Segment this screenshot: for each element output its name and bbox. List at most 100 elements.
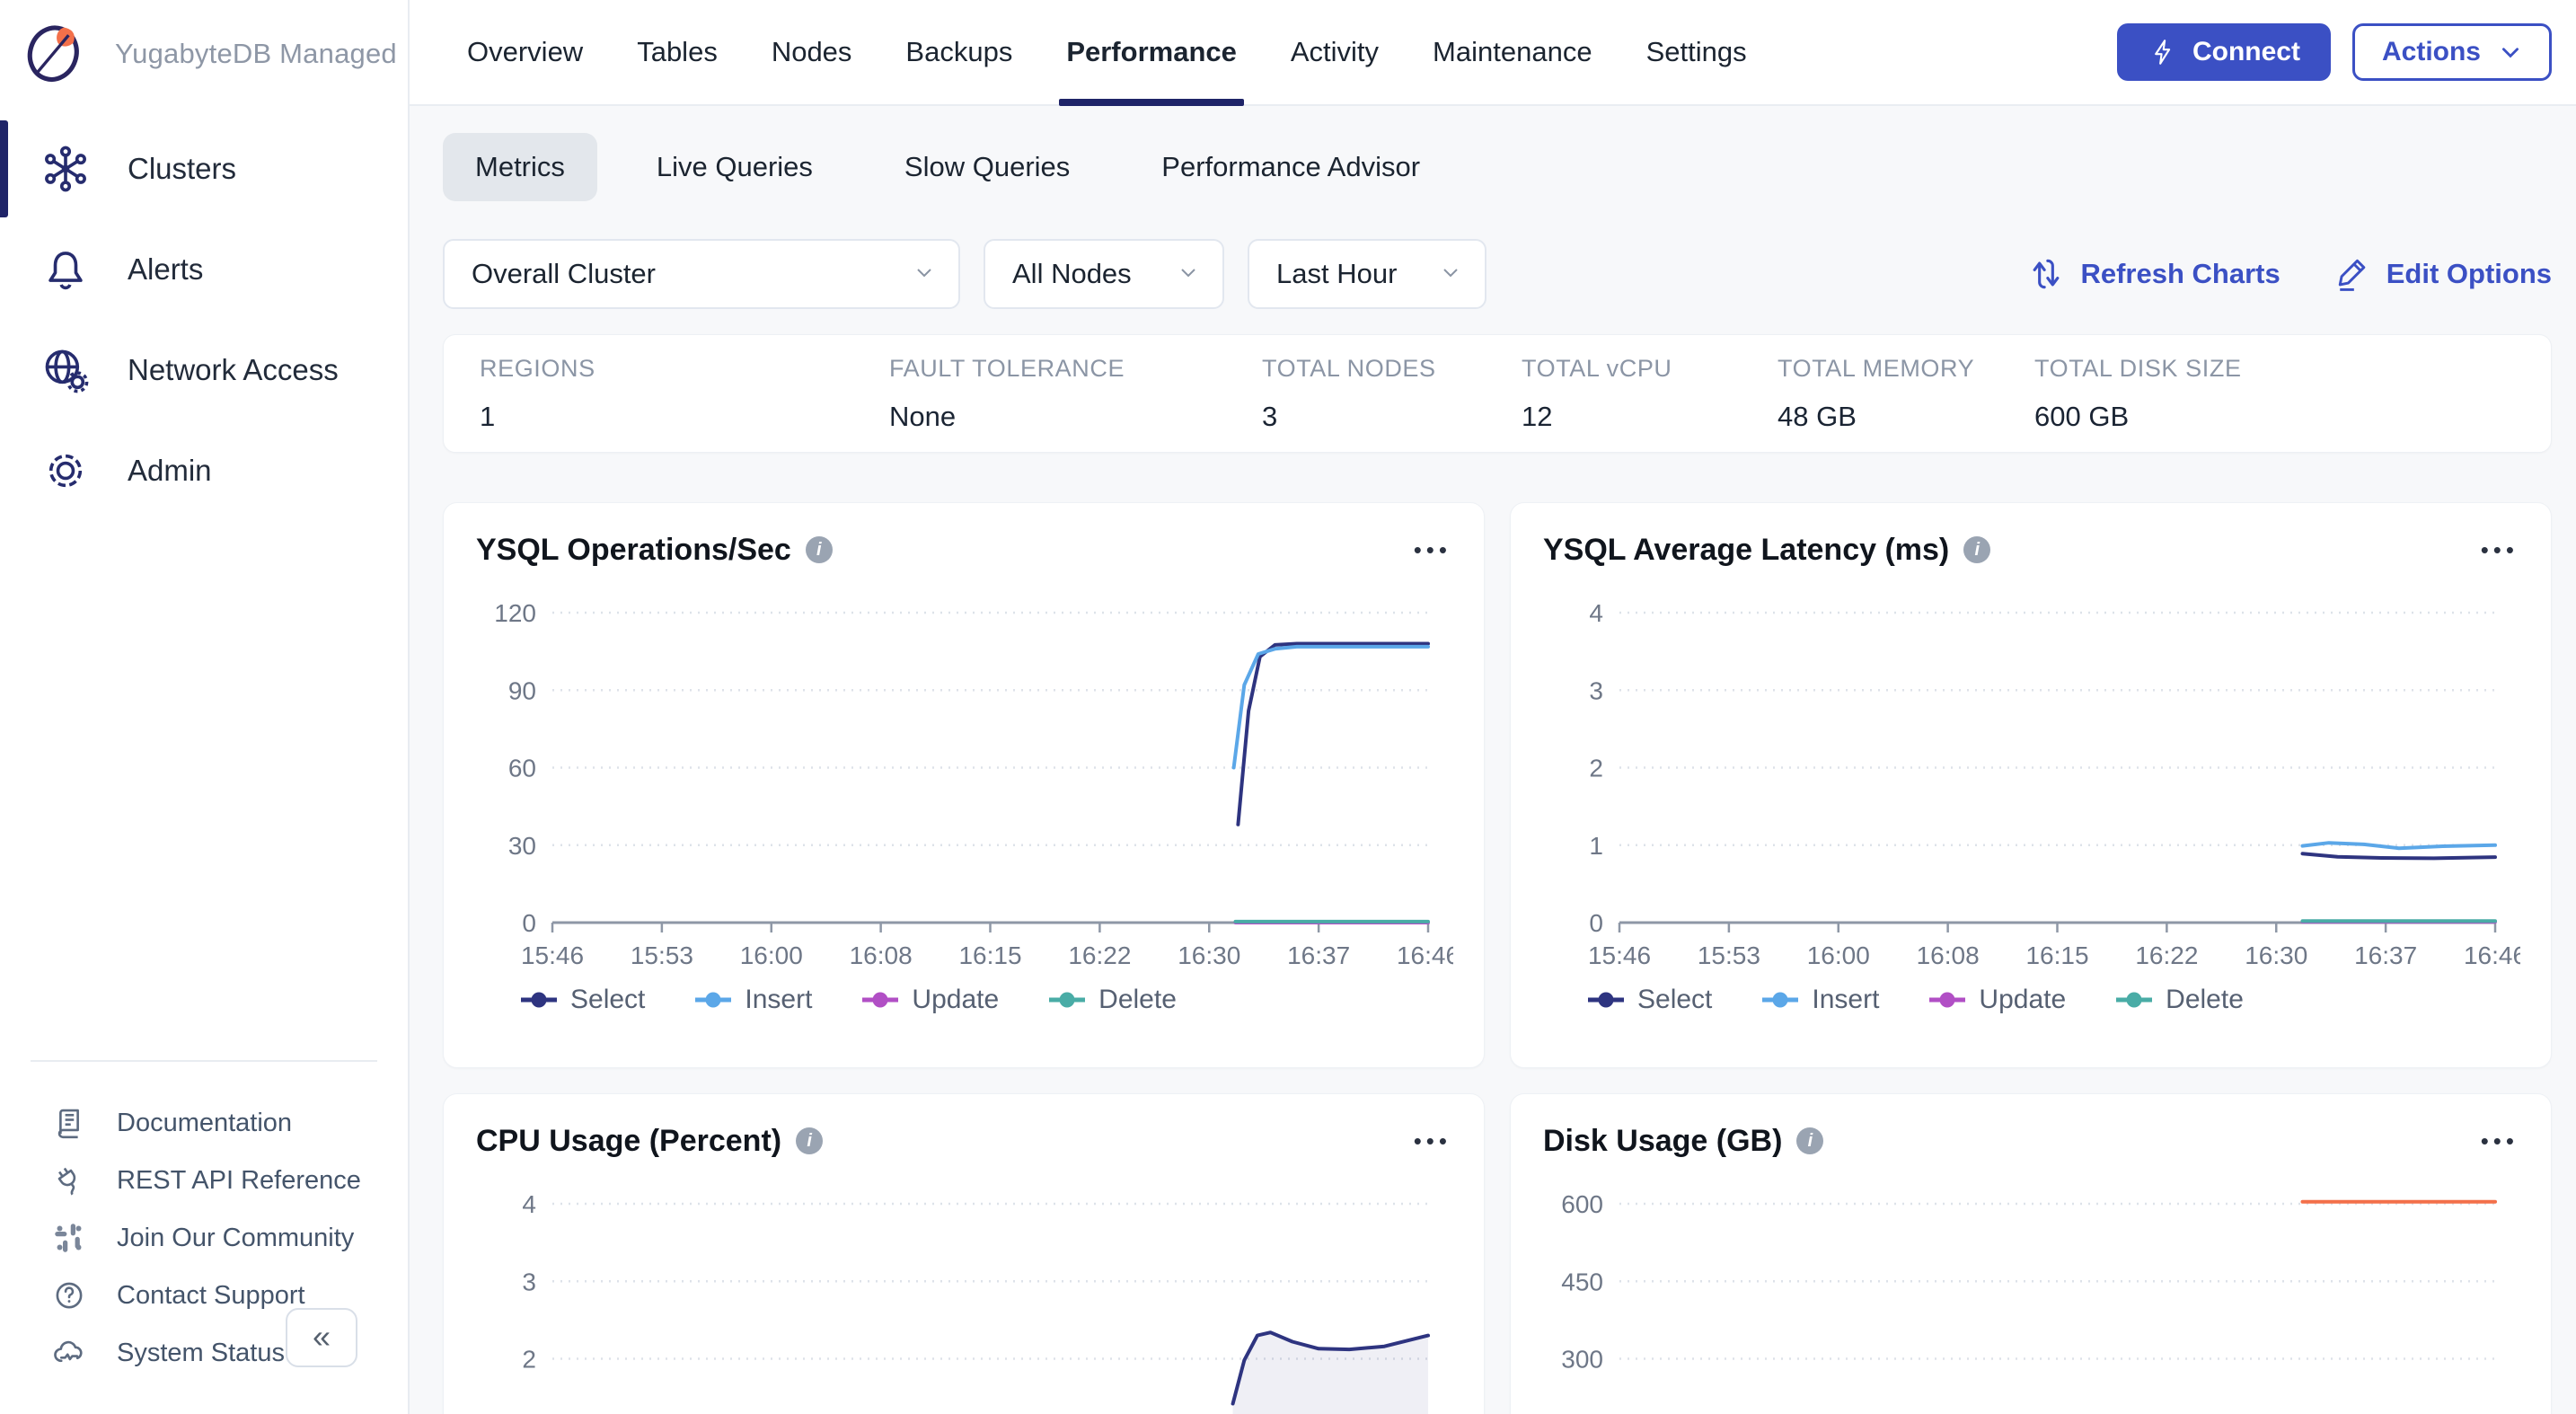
app-title: YugabyteDB Managed <box>115 38 397 70</box>
disk-usage-chart: 015030045060015:4615:5316:0016:0816:1516… <box>1543 1175 2520 1414</box>
legend-label: Update <box>1979 985 2066 1015</box>
legend-item-delete[interactable]: Delete <box>1049 985 1177 1015</box>
sidebar-item-admin[interactable]: Admin <box>0 420 408 521</box>
charts-grid: YSQL Operations/Sec i ••• 030609012015:4… <box>443 502 2552 1414</box>
performance-content: Metrics Live Queries Slow Queries Perfor… <box>410 106 2576 1414</box>
svg-text:2: 2 <box>522 1346 536 1374</box>
svg-text:16:37: 16:37 <box>2354 941 2417 969</box>
legend-item-insert[interactable]: Insert <box>695 985 812 1015</box>
svg-text:90: 90 <box>508 676 536 704</box>
chart-menu-button[interactable]: ••• <box>2481 1136 2519 1145</box>
refresh-charts-button[interactable]: Refresh Charts <box>2026 254 2280 294</box>
chart-menu-button[interactable]: ••• <box>1414 1136 1451 1145</box>
chart-legend: Select Insert Update Delete <box>1588 985 2519 1015</box>
info-icon[interactable]: i <box>1796 1127 1823 1154</box>
tab-backups[interactable]: Backups <box>878 0 1039 104</box>
svg-text:450: 450 <box>1561 1268 1603 1295</box>
stat-total-nodes: TOTAL NODES 3 <box>1262 355 1522 433</box>
legend-item-delete[interactable]: Delete <box>2116 985 2244 1015</box>
svg-text:4: 4 <box>1589 599 1603 627</box>
svg-text:16:30: 16:30 <box>2245 941 2307 969</box>
metrics-filters: Overall Cluster All Nodes Last Hour <box>443 239 2552 309</box>
info-icon[interactable]: i <box>1963 536 1990 563</box>
chart-card-ysql-operations: YSQL Operations/Sec i ••• 030609012015:4… <box>443 502 1485 1068</box>
help-circle-icon <box>50 1277 88 1314</box>
sidebar-item-alerts[interactable]: Alerts <box>0 219 408 320</box>
chart-menu-button[interactable]: ••• <box>1414 545 1451 554</box>
tab-tables[interactable]: Tables <box>610 0 745 104</box>
ysql-operations-chart: 030609012015:4615:5316:0016:0816:1516:22… <box>476 584 1453 979</box>
time-range-select[interactable]: Last Hour <box>1248 239 1486 309</box>
brand-logo[interactable]: YugabyteDB Managed <box>0 0 408 106</box>
sidebar-item-clusters[interactable]: Clusters <box>0 119 408 219</box>
chart-legend: Select Insert Update Delete <box>521 985 1451 1015</box>
cluster-scope-select[interactable]: Overall Cluster <box>443 239 960 309</box>
chart-title: YSQL Average Latency (ms) <box>1543 533 1949 568</box>
svg-text:16:22: 16:22 <box>1068 941 1131 969</box>
tab-maintenance[interactable]: Maintenance <box>1406 0 1619 104</box>
legend-item-select[interactable]: Select <box>521 985 645 1015</box>
svg-text:16:30: 16:30 <box>1178 941 1240 969</box>
legend-label: Delete <box>2166 985 2244 1015</box>
sidebar-item-rest-api-reference[interactable]: REST API Reference <box>0 1152 408 1209</box>
performance-subtabs: Metrics Live Queries Slow Queries Perfor… <box>443 133 2552 201</box>
sidebar-collapse-button[interactable]: « <box>286 1308 357 1367</box>
legend-label: Delete <box>1098 985 1177 1015</box>
legend-item-select[interactable]: Select <box>1588 985 1712 1015</box>
svg-text:600: 600 <box>1561 1190 1603 1218</box>
svg-text:15:46: 15:46 <box>1588 941 1651 969</box>
svg-text:15:53: 15:53 <box>631 941 693 969</box>
utility-item-label: System Status <box>117 1339 285 1368</box>
svg-text:16:22: 16:22 <box>2135 941 2198 969</box>
sidebar-nav: Clusters Alerts Network Acc <box>0 119 408 521</box>
subtab-metrics[interactable]: Metrics <box>443 133 597 201</box>
svg-text:16:00: 16:00 <box>1807 941 1870 969</box>
legend-item-insert[interactable]: Insert <box>1762 985 1879 1015</box>
legend-item-update[interactable]: Update <box>862 985 999 1015</box>
tab-activity[interactable]: Activity <box>1264 0 1406 104</box>
tab-nodes[interactable]: Nodes <box>745 0 879 104</box>
connect-button[interactable]: Connect <box>2117 23 2331 81</box>
chart-title: YSQL Operations/Sec <box>476 533 791 568</box>
info-icon[interactable]: i <box>806 536 833 563</box>
legend-label: Select <box>1637 985 1712 1015</box>
legend-item-update[interactable]: Update <box>1929 985 2066 1015</box>
chart-menu-button[interactable]: ••• <box>2481 545 2519 554</box>
chart-card-ysql-latency: YSQL Average Latency (ms) i ••• 0123415:… <box>1510 502 2552 1068</box>
legend-label: Insert <box>1812 985 1879 1015</box>
chart-title: CPU Usage (Percent) <box>476 1124 781 1159</box>
sidebar-item-label: Admin <box>128 454 212 488</box>
legend-marker-icon <box>521 991 557 1009</box>
tab-overview[interactable]: Overview <box>440 0 610 104</box>
gear-icon <box>40 445 92 497</box>
subtab-live-queries[interactable]: Live Queries <box>624 133 845 201</box>
sidebar-divider <box>31 1060 377 1062</box>
sidebar-item-documentation[interactable]: Documentation <box>0 1094 408 1152</box>
legend-marker-icon <box>1762 991 1798 1009</box>
edit-options-button[interactable]: Edit Options <box>2333 254 2552 294</box>
info-icon[interactable]: i <box>796 1127 823 1154</box>
pencil-icon <box>2333 254 2372 294</box>
svg-text:16:46: 16:46 <box>1397 941 1453 969</box>
svg-text:16:15: 16:15 <box>958 941 1021 969</box>
cluster-topbar: Overview Tables Nodes Backups Performanc… <box>410 0 2576 106</box>
legend-label: Select <box>570 985 645 1015</box>
utility-item-label: Documentation <box>117 1109 292 1138</box>
tab-settings[interactable]: Settings <box>1619 0 1774 104</box>
subtab-slow-queries[interactable]: Slow Queries <box>872 133 1102 201</box>
sidebar-item-join-community[interactable]: Join Our Community <box>0 1209 408 1267</box>
nodes-select[interactable]: All Nodes <box>984 239 1224 309</box>
svg-text:3: 3 <box>1589 676 1603 704</box>
subtab-performance-advisor[interactable]: Performance Advisor <box>1129 133 1452 201</box>
tab-performance[interactable]: Performance <box>1039 0 1264 104</box>
svg-text:120: 120 <box>494 599 536 627</box>
actions-button[interactable]: Actions <box>2352 23 2552 81</box>
legend-marker-icon <box>1588 991 1624 1009</box>
sidebar-item-network-access[interactable]: Network Access <box>0 320 408 420</box>
utility-item-label: Contact Support <box>117 1281 305 1311</box>
sidebar-item-label: Alerts <box>128 252 203 287</box>
svg-text:300: 300 <box>1561 1346 1603 1374</box>
stat-total-disk-size: TOTAL DISK SIZE 600 GB <box>2034 355 2515 433</box>
ysql-latency-chart: 0123415:4615:5316:0016:0816:1516:2216:30… <box>1543 584 2520 979</box>
svg-text:16:37: 16:37 <box>1287 941 1350 969</box>
